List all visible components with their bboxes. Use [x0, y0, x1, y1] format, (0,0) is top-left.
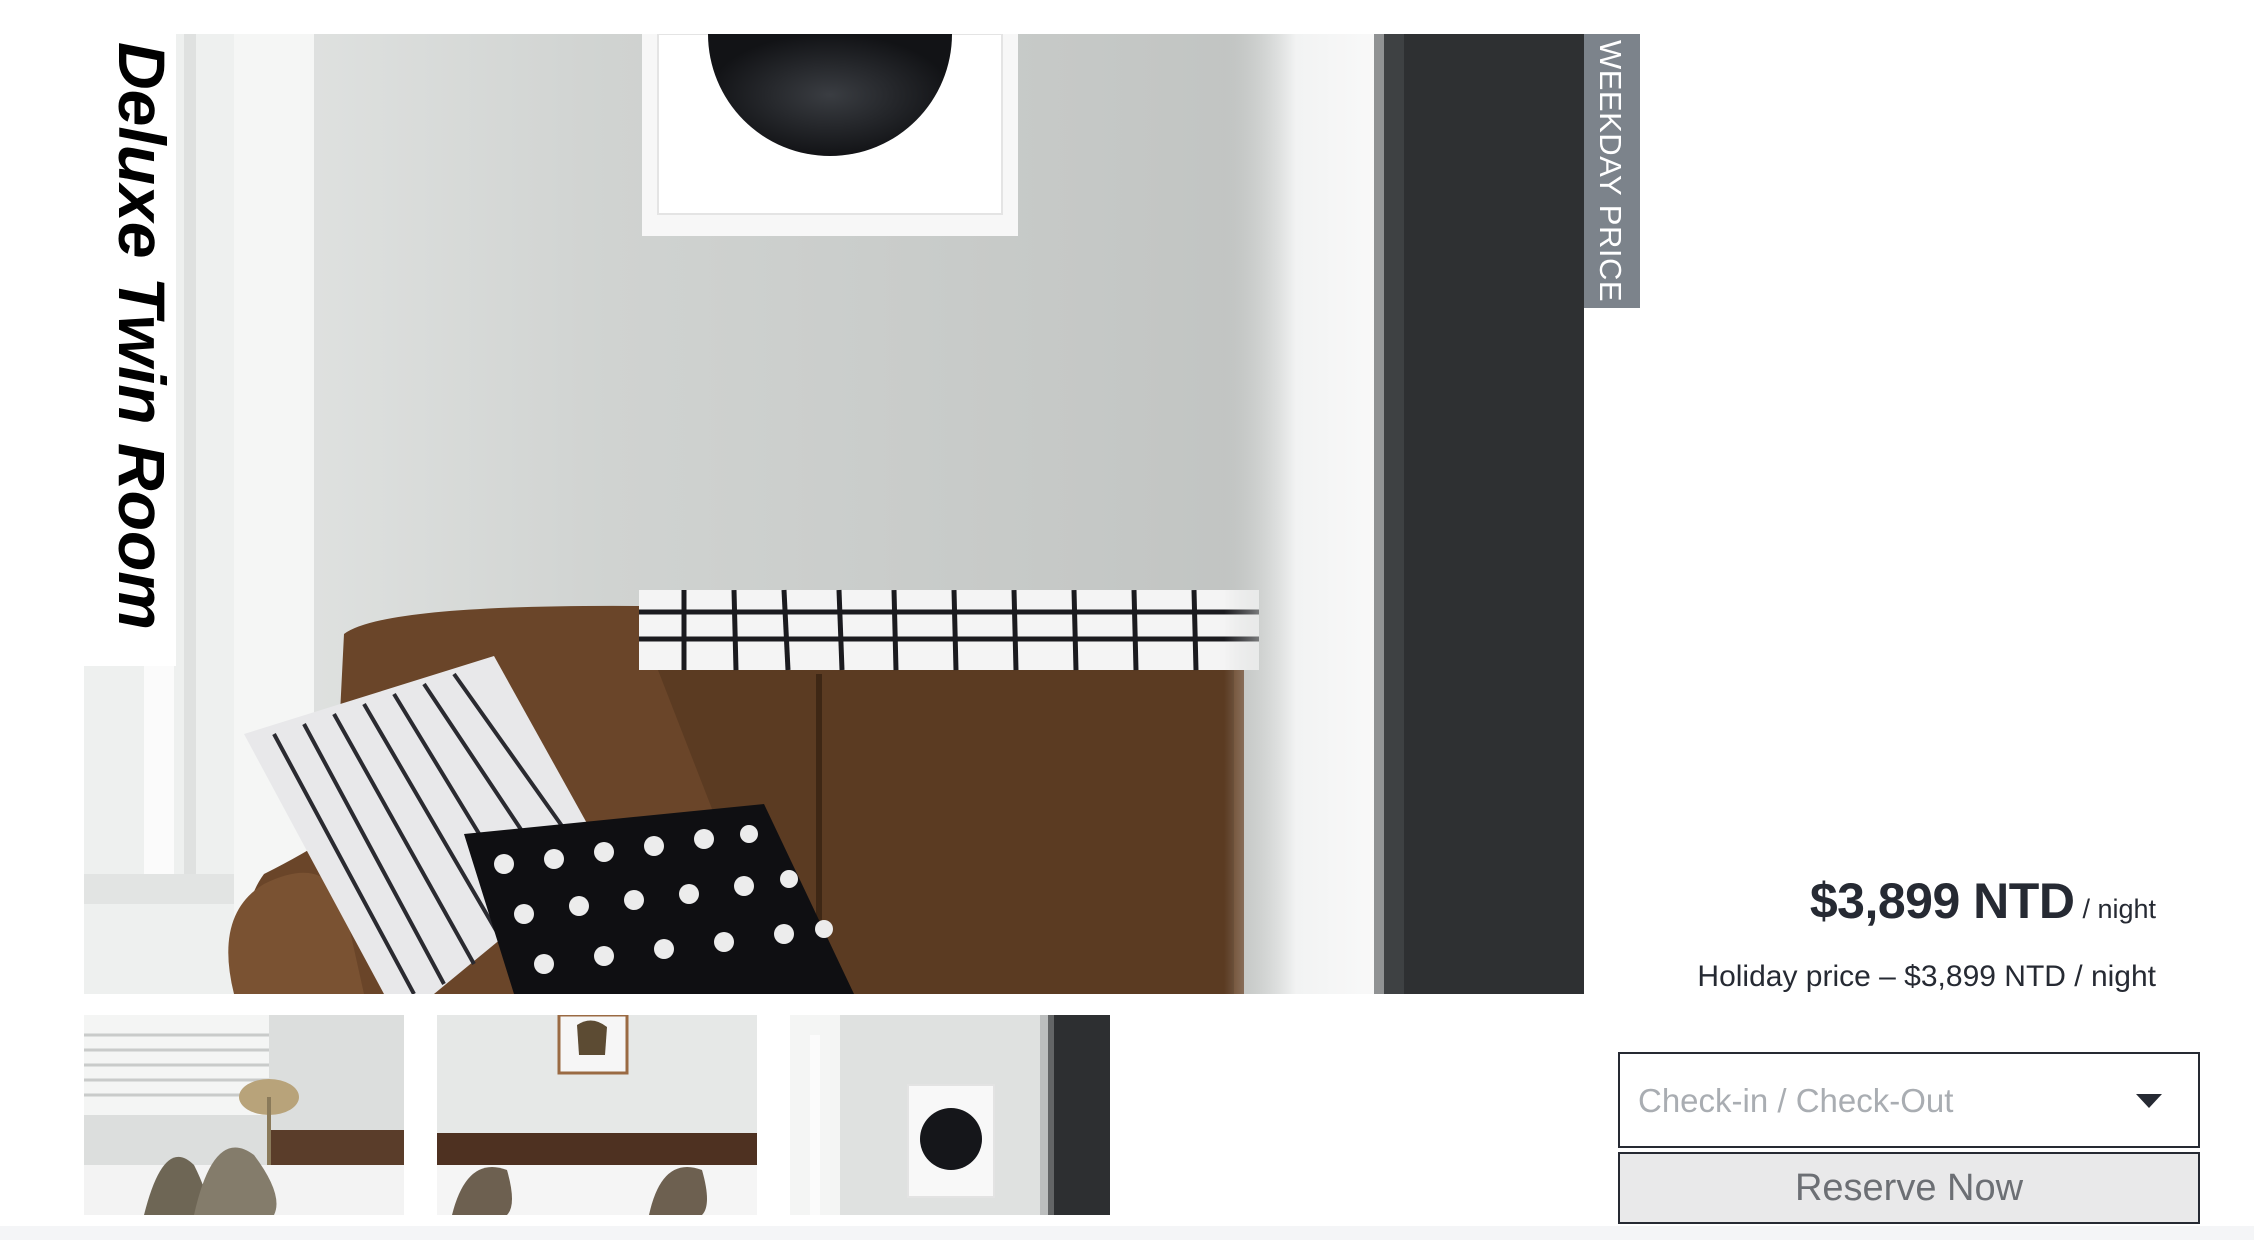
- thumbnail-1[interactable]: [84, 1015, 404, 1215]
- weekday-price-label: WEEKDAY PRICE: [1593, 40, 1628, 303]
- weekday-price-tag: WEEKDAY PRICE: [1584, 34, 1640, 308]
- date-range-placeholder: Check-in / Check-Out: [1638, 1082, 1954, 1119]
- thumbnail-3[interactable]: [790, 1015, 1110, 1215]
- thumbnail-2-image: [437, 1015, 757, 1215]
- thumbnail-1-image: [84, 1015, 404, 1215]
- reserve-now-button[interactable]: Reserve Now: [1618, 1152, 2200, 1224]
- weekday-price: $3,899 NTD / night: [1810, 872, 2156, 930]
- room-photo-illustration: [84, 34, 1584, 994]
- date-range-select[interactable]: Check-in / Check-Out: [1618, 1052, 2200, 1148]
- main-room-photo: [84, 34, 1584, 994]
- page-bottom-edge: [0, 1226, 2254, 1240]
- room-title-panel: Deluxe Twin Room: [84, 34, 179, 666]
- room-title: Deluxe Twin Room: [105, 42, 179, 630]
- price-amount: $3,899 NTD: [1809, 873, 2075, 929]
- chevron-down-icon: [2136, 1094, 2162, 1108]
- holiday-price: Holiday price – $3,899 NTD / night: [1697, 960, 2156, 993]
- price-unit: / night: [2082, 894, 2156, 924]
- thumbnail-2[interactable]: [437, 1015, 757, 1215]
- thumbnail-3-image: [790, 1015, 1110, 1215]
